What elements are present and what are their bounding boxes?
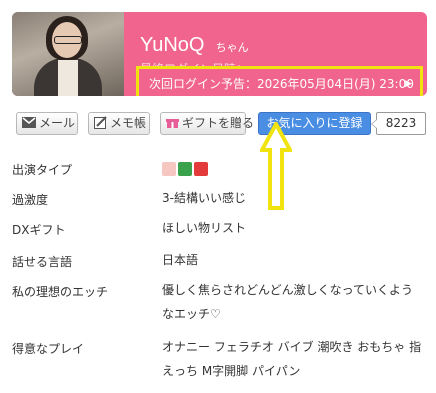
memo-icon bbox=[94, 116, 107, 129]
type-emoji-icons bbox=[162, 156, 424, 180]
detail-label: 過激度 bbox=[12, 193, 49, 207]
next-login-notice[interactable]: 次回ログイン予告：2026年05月04日(月) 23:00 ▶ bbox=[136, 66, 423, 96]
mail-label: メール bbox=[39, 116, 76, 130]
detail-value: オナニー フェラチオ バイブ 潮吹き おもちゃ 指えっち M字開脚 パイパン bbox=[162, 340, 422, 378]
detail-label: 得意なプレイ bbox=[12, 342, 85, 356]
detail-label: DXギフト bbox=[12, 223, 66, 237]
gift-label: ギフトを贈る bbox=[182, 116, 255, 130]
play-arrow-icon: ▶ bbox=[405, 79, 412, 89]
detail-value: 3-結構いい感じ bbox=[162, 191, 246, 205]
favorite-count: 8223 bbox=[371, 112, 426, 135]
mail-button[interactable]: メール bbox=[16, 112, 78, 135]
gift-icon bbox=[166, 119, 179, 128]
detail-label: 出演タイプ bbox=[12, 163, 73, 177]
profile-suffix: ちゃん bbox=[215, 41, 249, 54]
envelope-icon bbox=[22, 117, 36, 128]
wishlist-link[interactable]: ほしい物リスト bbox=[162, 216, 424, 240]
profile-photo[interactable] bbox=[12, 12, 124, 96]
profile-header: YuNoQ ちゃん 最終ログイン日時： 次回ログイン予告：2026年05月04日… bbox=[12, 12, 427, 96]
gift-button[interactable]: ギフトを贈る bbox=[160, 112, 254, 135]
detail-label: 私の理想のエッチ bbox=[12, 285, 109, 299]
detail-value: 優しく焦らされどんどん激しくなっていくようなエッチ♡ bbox=[162, 283, 414, 321]
detail-value: 日本語 bbox=[162, 253, 199, 267]
next-login-text: 次回ログイン予告：2026年05月04日(月) 23:00 bbox=[149, 77, 414, 91]
detail-label: 話せる言語 bbox=[12, 255, 73, 269]
memo-label: メモ帳 bbox=[110, 116, 147, 130]
profile-name-row: YuNoQ ちゃん bbox=[140, 34, 249, 57]
profile-name: YuNoQ bbox=[140, 34, 205, 56]
memo-button[interactable]: メモ帳 bbox=[88, 112, 150, 135]
